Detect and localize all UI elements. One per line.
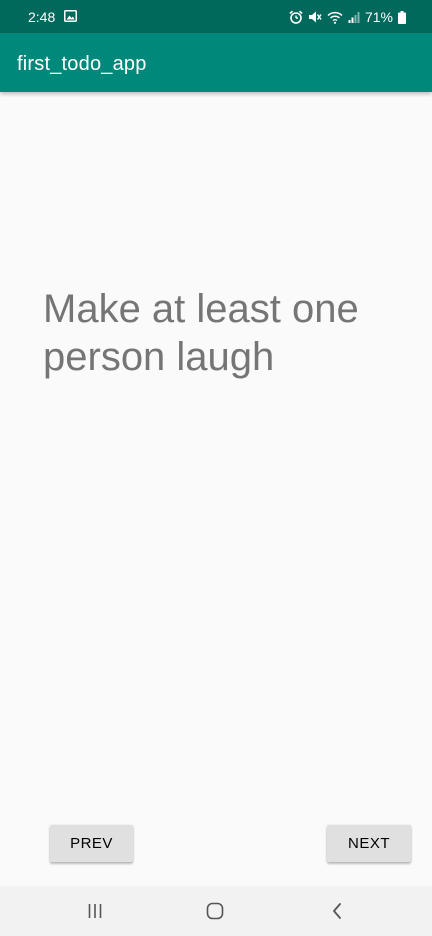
prev-button[interactable]: PREV bbox=[50, 825, 133, 862]
system-nav-bar bbox=[0, 886, 432, 936]
gallery-icon bbox=[64, 10, 77, 22]
alarm-icon bbox=[289, 10, 303, 24]
wifi-icon bbox=[327, 11, 343, 24]
recents-button[interactable] bbox=[65, 886, 125, 936]
signal-icon bbox=[348, 12, 360, 23]
next-button[interactable]: NEXT bbox=[327, 825, 411, 862]
status-icons: 71% bbox=[289, 8, 406, 26]
home-button[interactable] bbox=[185, 886, 245, 936]
back-icon bbox=[333, 903, 341, 919]
back-button[interactable] bbox=[307, 886, 367, 936]
app-title: first_todo_app bbox=[17, 53, 147, 75]
status-time: 2:48 bbox=[28, 9, 56, 25]
app-bar: first_todo_app bbox=[0, 33, 432, 92]
status-bar: 2:48 71% bbox=[0, 0, 432, 33]
mute-icon bbox=[308, 11, 322, 23]
battery-icon bbox=[398, 10, 406, 24]
battery-percent: 71% bbox=[364, 9, 393, 25]
recents-icon bbox=[88, 904, 102, 918]
todo-text: Make at least one person laugh bbox=[43, 287, 359, 379]
home-icon bbox=[206, 902, 224, 920]
